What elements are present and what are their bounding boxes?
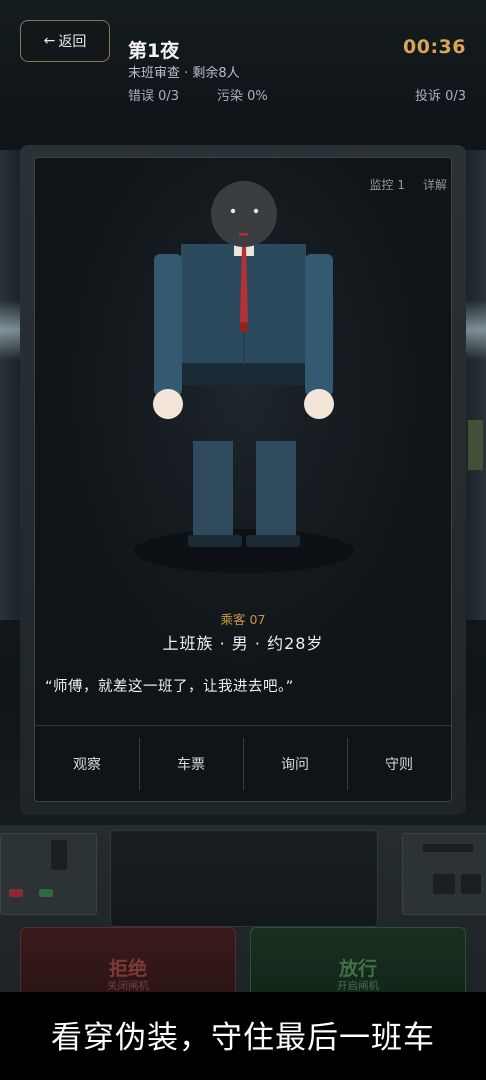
left-shoe [188, 535, 242, 547]
caption-bar: 看穿伪装，守住最后一班车 [0, 992, 486, 1080]
reject-label: 拒绝 [108, 958, 147, 980]
action-bar: 观察 车票 询问 守则 [35, 726, 451, 802]
back-button[interactable]: ← 返回 [20, 20, 110, 62]
tunnel-wall-left [0, 150, 22, 620]
rules-button[interactable]: 守则 [347, 726, 451, 802]
back-label: 返回 [58, 34, 87, 50]
observe-button[interactable]: 观察 [35, 726, 139, 802]
console-display [110, 830, 378, 927]
pass-sublabel: 开启闸机 [337, 980, 379, 992]
right-arm [305, 254, 333, 396]
passenger-tag: 乘客 07 [220, 612, 266, 627]
right-leg [256, 441, 296, 541]
left-eye [230, 208, 236, 214]
pollution-stat: 污染 0% [217, 89, 268, 104]
tunnel-sign [468, 420, 483, 470]
right-switch-panel [402, 833, 486, 915]
panel-knob-2[interactable] [461, 874, 481, 894]
green-lamp [39, 889, 53, 897]
left-arm [154, 254, 182, 396]
right-hand [304, 389, 334, 419]
tie-knot [240, 322, 248, 332]
errors-stat: 错误 0/3 [128, 89, 180, 104]
countdown-timer: 00:36 [403, 36, 466, 58]
head [211, 181, 277, 247]
lever-switch[interactable] [51, 840, 67, 870]
left-leg [193, 441, 233, 541]
shift-subtitle: 末班审查 · 剩余8人 [128, 66, 240, 81]
ticket-button[interactable]: 车票 [139, 726, 243, 802]
inquire-button[interactable]: 询问 [243, 726, 347, 802]
passenger-figure [134, 181, 354, 573]
figure-shadow [134, 529, 354, 573]
night-title: 第1夜 [128, 40, 180, 62]
right-eye [253, 208, 259, 214]
left-hand [153, 389, 183, 419]
arrow-left-icon: ← [43, 33, 56, 49]
complaints-stat: 投诉 0/3 [414, 89, 466, 104]
pass-label: 放行 [338, 958, 377, 980]
panel-indicator [423, 844, 473, 852]
right-shoe [246, 535, 300, 547]
mouth [239, 233, 248, 236]
passenger-description: 上班族 · 男 · 约28岁 [162, 634, 324, 653]
red-lamp [9, 889, 23, 897]
passenger-quote: “师傅，就差这一班了，让我进去吧。” [45, 679, 294, 695]
waist [181, 363, 306, 385]
left-switch-panel [0, 833, 97, 915]
reject-sublabel: 关闭闸机 [107, 980, 149, 992]
panel-knob-1[interactable] [433, 874, 455, 894]
promo-caption: 看穿伪装，守住最后一班车 [51, 1019, 435, 1056]
monitor-screen: 监控 1 详解 乘客 07 上班族 · 男 · 约28岁 “师傅，就差这一班了，… [34, 157, 452, 802]
tunnel-wall-right [464, 150, 486, 620]
